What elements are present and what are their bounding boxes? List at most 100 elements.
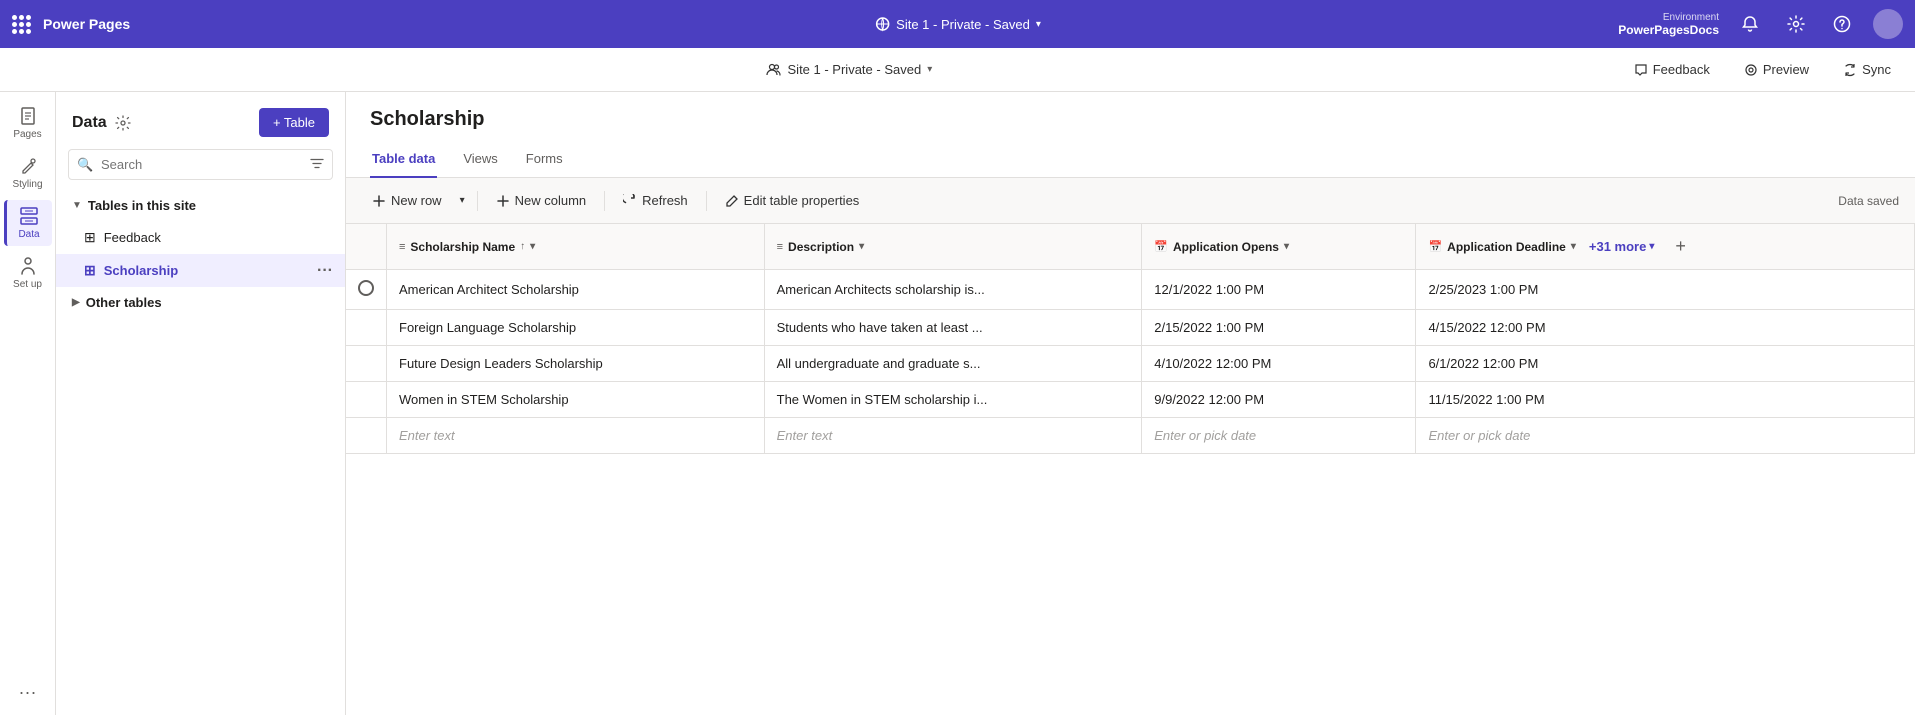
setup-icon <box>18 256 38 276</box>
date-col-icon: 📅 <box>1154 240 1168 253</box>
tab-forms[interactable]: Forms <box>524 143 565 178</box>
bell-icon <box>1741 15 1759 33</box>
page-title: Scholarship <box>370 108 1891 131</box>
feedback-button[interactable]: Feedback <box>1626 58 1718 81</box>
refresh-button[interactable]: Refresh <box>613 188 698 213</box>
text-col-icon: ≡ <box>399 241 405 253</box>
new-row-appdeadline[interactable]: Enter or pick date <box>1416 418 1915 454</box>
col-dropdown-icon2[interactable]: ▾ <box>859 241 864 252</box>
col-dropdown-icon[interactable]: ▾ <box>530 241 535 252</box>
table-header-row: ≡ Scholarship Name ↑ ▾ ≡ Description ▾ <box>346 224 1915 270</box>
sync-button[interactable]: Sync <box>1835 58 1899 81</box>
top-nav-right: Environment PowerPagesDocs <box>1618 9 1903 39</box>
settings-button[interactable] <box>1781 11 1811 37</box>
other-tables-section[interactable]: ▶ Other tables <box>56 287 345 318</box>
help-button[interactable] <box>1827 11 1857 37</box>
search-icon: 🔍 <box>77 157 93 173</box>
apps-launcher[interactable] <box>12 15 31 34</box>
new-row-selector <box>346 418 387 454</box>
second-nav-chevron[interactable]: ▾ <box>927 64 932 75</box>
cell-desc-3[interactable]: All undergraduate and graduate s... <box>764 346 1142 382</box>
col-header-scholarship-name[interactable]: ≡ Scholarship Name ↑ ▾ <box>387 224 765 270</box>
notifications-button[interactable] <box>1735 11 1765 37</box>
pages-icon <box>18 106 38 126</box>
data-table-container[interactable]: ≡ Scholarship Name ↑ ▾ ≡ Description ▾ <box>346 224 1915 715</box>
row-radio-1[interactable] <box>358 280 374 296</box>
settings-icon[interactable] <box>115 115 131 131</box>
edit-table-properties-button[interactable]: Edit table properties <box>715 188 870 213</box>
more-columns-button[interactable]: +31 more ▾ <box>1581 234 1662 259</box>
site-selector[interactable]: Site 1 - Private - Saved ▾ <box>874 16 1041 32</box>
main-layout: Pages Styling Data Set up ··· <box>0 92 1915 715</box>
search-box: 🔍 <box>68 149 333 180</box>
tables-in-site-section[interactable]: ▼ Tables in this site <box>56 190 345 221</box>
new-row-name[interactable]: Enter text <box>387 418 765 454</box>
col-header-description[interactable]: ≡ Description ▾ <box>764 224 1142 270</box>
avatar[interactable] <box>1873 9 1903 39</box>
cell-appdeadline-2[interactable]: 4/15/2022 12:00 PM <box>1416 310 1915 346</box>
cell-name-4[interactable]: Women in STEM Scholarship <box>387 382 765 418</box>
row-selector-3[interactable] <box>346 346 387 382</box>
col-dropdown-icon3[interactable]: ▾ <box>1284 241 1289 252</box>
new-row-button[interactable]: New row <box>362 188 452 213</box>
chevron-right-icon: ▶ <box>72 297 80 308</box>
cell-desc-4[interactable]: The Women in STEM scholarship i... <box>764 382 1142 418</box>
site-dropdown-icon[interactable]: ▾ <box>1036 19 1041 30</box>
plus-icon <box>372 194 386 208</box>
cell-appdeadline-4[interactable]: 11/15/2022 1:00 PM <box>1416 382 1915 418</box>
cell-appdeadline-1[interactable]: 2/25/2023 1:00 PM <box>1416 270 1915 310</box>
new-column-button[interactable]: New column <box>486 188 597 213</box>
table-row: Future Design Leaders Scholarship All un… <box>346 346 1915 382</box>
add-table-button[interactable]: + Table <box>259 108 329 137</box>
cell-name-2[interactable]: Foreign Language Scholarship <box>387 310 765 346</box>
gear-icon <box>1787 15 1805 33</box>
filter-icon[interactable] <box>310 156 324 173</box>
environment-name: PowerPagesDocs <box>1618 23 1719 37</box>
plus-col-icon <box>496 194 510 208</box>
row-selector-2[interactable] <box>346 310 387 346</box>
styling-icon <box>18 156 38 176</box>
row-selector-1[interactable] <box>346 270 387 310</box>
top-nav-left: Power Pages <box>12 15 130 34</box>
preview-button[interactable]: Preview <box>1736 58 1817 81</box>
search-input[interactable] <box>68 149 333 180</box>
new-row-description[interactable]: Enter text <box>764 418 1142 454</box>
add-column-button[interactable]: + <box>1667 232 1694 261</box>
cell-desc-2[interactable]: Students who have taken at least ... <box>764 310 1142 346</box>
row-selector-header <box>346 224 387 270</box>
sidebar-item-data[interactable]: Data <box>4 200 52 246</box>
sidebar-item-setup[interactable]: Set up <box>4 250 52 296</box>
sort-asc-icon[interactable]: ↑ <box>520 241 525 252</box>
date-col-icon2: 📅 <box>1428 240 1442 253</box>
cell-appopens-2[interactable]: 2/15/2022 1:00 PM <box>1142 310 1416 346</box>
cell-name-1[interactable]: American Architect Scholarship <box>387 270 765 310</box>
preview-icon <box>1744 63 1758 77</box>
new-row-appopens[interactable]: Enter or pick date <box>1142 418 1416 454</box>
cell-appopens-1[interactable]: 12/1/2022 1:00 PM <box>1142 270 1416 310</box>
table-item-feedback[interactable]: ⊞ Feedback <box>56 221 345 254</box>
data-saved-status: Data saved <box>1838 194 1899 208</box>
col-header-app-deadline[interactable]: 📅 Application Deadline ▾ +31 more ▾ + <box>1416 224 1915 270</box>
site-icon <box>874 16 890 32</box>
refresh-icon <box>623 194 637 208</box>
tab-tabledata[interactable]: Table data <box>370 143 437 178</box>
cell-desc-1[interactable]: American Architects scholarship is... <box>764 270 1142 310</box>
sidebar-item-pages[interactable]: Pages <box>4 100 52 146</box>
table-grid-icon: ⊞ <box>84 229 96 246</box>
cell-appopens-3[interactable]: 4/10/2022 12:00 PM <box>1142 346 1416 382</box>
chevron-down-icon: ▾ <box>460 195 465 206</box>
content-header: Scholarship Table data Views Forms <box>346 92 1915 178</box>
table-more-button[interactable]: ··· <box>317 262 333 280</box>
table-item-scholarship[interactable]: ⊞ Scholarship ··· <box>56 254 345 287</box>
sidebar-item-styling[interactable]: Styling <box>4 150 52 196</box>
cell-name-3[interactable]: Future Design Leaders Scholarship <box>387 346 765 382</box>
tab-bar: Table data Views Forms <box>370 143 1891 177</box>
col-dropdown-icon4[interactable]: ▾ <box>1571 241 1576 252</box>
row-selector-4[interactable] <box>346 382 387 418</box>
cell-appdeadline-3[interactable]: 6/1/2022 12:00 PM <box>1416 346 1915 382</box>
row-dropdown-button[interactable]: ▾ <box>456 190 469 211</box>
tab-views[interactable]: Views <box>461 143 499 178</box>
col-header-app-opens[interactable]: 📅 Application Opens ▾ <box>1142 224 1416 270</box>
more-options[interactable]: ··· <box>19 682 37 703</box>
cell-appopens-4[interactable]: 9/9/2022 12:00 PM <box>1142 382 1416 418</box>
